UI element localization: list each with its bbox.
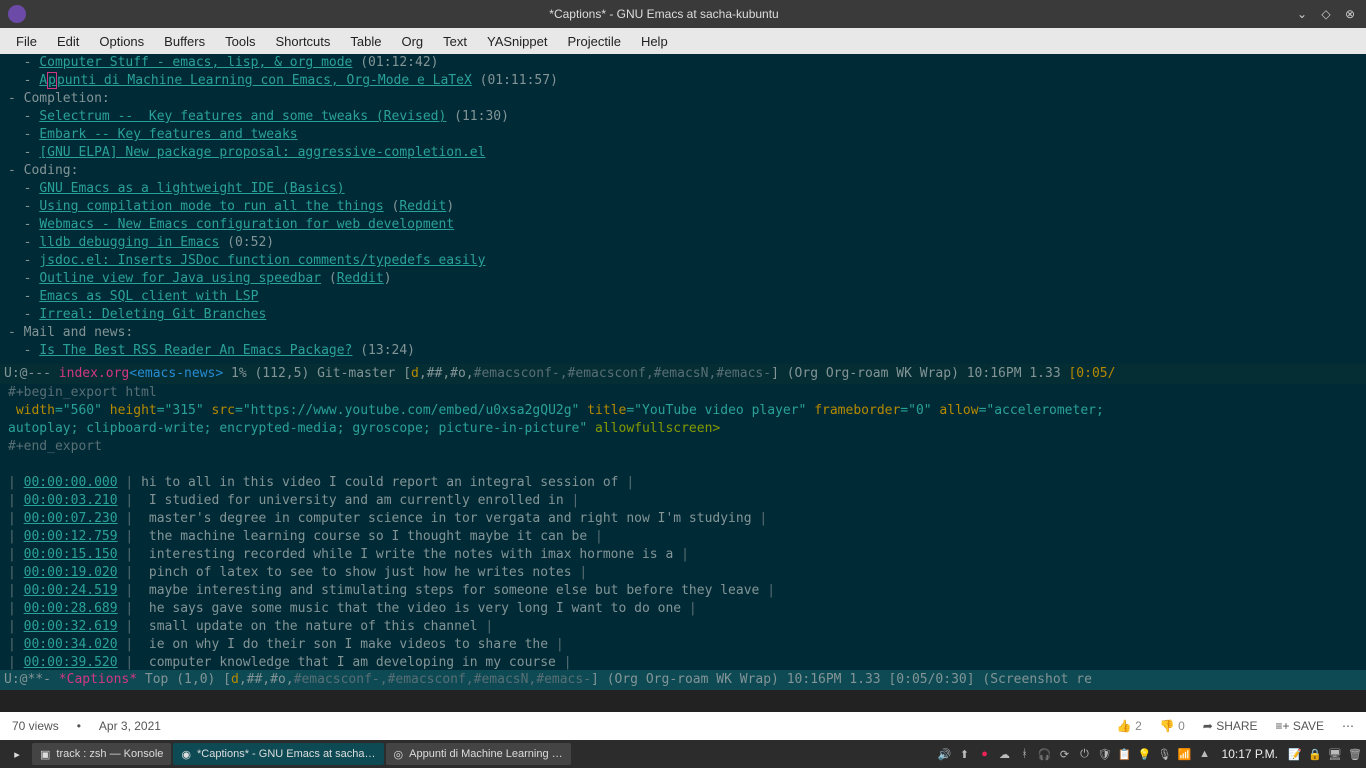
system-tray: 🔊 ⬆ ● ☁ ᚼ 🎧 ⟳ ⏻ 🛡 📋 💡 🎙 📶 ▲ 10:17 P.M. 📝… (938, 747, 1362, 761)
clock[interactable]: 10:17 P.M. (1218, 747, 1282, 761)
video-info-bar: 70 views • Apr 3, 2021 👍 2 👎 0 ➦ SHARE ≡… (0, 712, 1366, 740)
org-link[interactable]: Outline view for Java using speedbar (39, 271, 321, 286)
org-link[interactable]: Appunti di Machine Learning con Emacs, O… (39, 72, 471, 89)
org-link[interactable]: Irreal: Deleting Git Branches (39, 307, 266, 322)
save-button[interactable]: ≡+ SAVE (1276, 719, 1324, 733)
timestamp-link[interactable]: 00:00:12.759 (24, 529, 118, 544)
more-icon[interactable]: ⋯ (1342, 719, 1354, 733)
updates-icon[interactable]: ⬆ (958, 748, 972, 761)
thumbs-up-icon[interactable]: 👍 2 (1117, 719, 1142, 733)
taskbar-item[interactable]: ◎Appunti di Machine Learning … (386, 743, 571, 765)
org-link[interactable]: Selectrum -- Key features and some tweak… (39, 109, 446, 124)
timestamp-link[interactable]: 00:00:19.020 (24, 565, 118, 580)
menu-tools[interactable]: Tools (215, 30, 265, 53)
taskbar-item[interactable]: ◉*Captions* - GNU Emacs at sacha… (173, 743, 383, 765)
timestamp-link[interactable]: 00:00:24.519 (24, 583, 118, 598)
menu-yasnippet[interactable]: YASnippet (477, 30, 557, 53)
menu-options[interactable]: Options (89, 30, 154, 53)
menu-projectile[interactable]: Projectile (557, 30, 630, 53)
volume-icon[interactable]: 🔊 (938, 748, 952, 761)
menu-file[interactable]: File (6, 30, 47, 53)
lock-icon[interactable]: 🔒 (1308, 748, 1322, 761)
buffer-index-org[interactable]: - Computer Stuff - emacs, lisp, & org mo… (0, 54, 1366, 364)
menu-org[interactable]: Org (391, 30, 433, 53)
share-button[interactable]: ➦ SHARE (1203, 719, 1258, 733)
timestamp-link[interactable]: 00:00:00.000 (24, 475, 118, 490)
buffer-captions[interactable]: #+begin_export html width="560" height="… (0, 384, 1366, 670)
video-date: Apr 3, 2021 (99, 719, 161, 733)
menubar: FileEditOptionsBuffersToolsShortcutsTabl… (0, 28, 1366, 54)
maximize-icon[interactable]: ◇ (1318, 6, 1334, 22)
task-app-icon: ▣ (40, 748, 50, 761)
modeline-index-org: U:@--- index.org<emacs-news> 1% (112,5) … (0, 364, 1366, 384)
org-link[interactable]: Is The Best RSS Reader An Emacs Package? (39, 343, 352, 358)
menu-text[interactable]: Text (433, 30, 477, 53)
wifi-icon[interactable]: 📶 (1178, 748, 1192, 761)
timestamp-link[interactable]: 00:00:15.150 (24, 547, 118, 562)
org-link[interactable]: [GNU ELPA] New package proposal: aggress… (39, 145, 485, 160)
reddit-link[interactable]: Reddit (399, 199, 446, 214)
window-titlebar: *Captions* - GNU Emacs at sacha-kubuntu … (0, 0, 1366, 28)
emacs-app-icon (8, 5, 26, 23)
cloud-icon[interactable]: ☁ (998, 748, 1012, 761)
org-link[interactable]: Computer Stuff - emacs, lisp, & org mode (39, 55, 352, 70)
timestamp-link[interactable]: 00:00:39.520 (24, 655, 118, 670)
menu-help[interactable]: Help (631, 30, 678, 53)
task-app-icon: ◎ (394, 748, 404, 761)
power-icon[interactable]: ⏻ (1078, 748, 1092, 761)
bluetooth-icon[interactable]: ᚼ (1018, 748, 1032, 760)
menu-table[interactable]: Table (340, 30, 391, 53)
timestamp-link[interactable]: 00:00:32.619 (24, 619, 118, 634)
window-title: *Captions* - GNU Emacs at sacha-kubuntu (34, 7, 1294, 21)
reddit-link[interactable]: Reddit (337, 271, 384, 286)
desktop-icon[interactable]: 🖥 (1328, 748, 1342, 761)
org-link[interactable]: Webmacs - New Emacs configuration for we… (39, 217, 454, 232)
timestamp-link[interactable]: 00:00:34.020 (24, 637, 118, 652)
org-link[interactable]: lldb debugging in Emacs (39, 235, 219, 250)
taskbar-item[interactable]: ▣track : zsh — Konsole (32, 743, 171, 765)
timestamp-link[interactable]: 00:00:07.230 (24, 511, 118, 526)
taskbar: ▸ ▣track : zsh — Konsole◉*Captions* - GN… (0, 740, 1366, 768)
org-link[interactable]: GNU Emacs as a lightweight IDE (Basics) (39, 181, 344, 196)
bulb-icon[interactable]: 💡 (1138, 748, 1152, 761)
org-link[interactable]: Using compilation mode to run all the th… (39, 199, 383, 214)
close-icon[interactable]: ⊗ (1342, 6, 1358, 22)
minimize-icon[interactable]: ⌄ (1294, 6, 1310, 22)
video-scrub-area (0, 690, 1366, 712)
org-link[interactable]: Embark -- Key features and tweaks (39, 127, 297, 142)
menu-shortcuts[interactable]: Shortcuts (265, 30, 340, 53)
app-launcher-icon[interactable]: ▸ (4, 743, 30, 765)
clipboard-icon[interactable]: 📋 (1118, 748, 1132, 761)
thumbs-down-icon[interactable]: 👎 0 (1160, 719, 1185, 733)
task-app-icon: ◉ (181, 748, 191, 761)
trash-icon[interactable]: 🗑 (1348, 748, 1362, 761)
note-icon[interactable]: 📝 (1288, 748, 1302, 761)
timestamp-link[interactable]: 00:00:03.210 (24, 493, 118, 508)
headset-icon[interactable]: 🎧 (1038, 748, 1052, 761)
tomato-icon[interactable]: ● (978, 748, 992, 760)
mic-icon[interactable]: 🎙 (1158, 748, 1172, 761)
sync-icon[interactable]: ⟳ (1058, 748, 1072, 761)
timestamp-link[interactable]: 00:00:28.689 (24, 601, 118, 616)
video-views: 70 views (12, 719, 59, 733)
menu-buffers[interactable]: Buffers (154, 30, 215, 53)
chevron-up-icon[interactable]: ▲ (1198, 748, 1212, 760)
org-link[interactable]: jsdoc.el: Inserts JSDoc function comment… (39, 253, 485, 268)
org-link[interactable]: Emacs as SQL client with LSP (39, 289, 258, 304)
menu-edit[interactable]: Edit (47, 30, 89, 53)
modeline-captions: U:@**- *Captions* Top (1,0) [d,##,#o,#em… (0, 670, 1366, 690)
shield-icon[interactable]: 🛡 (1098, 748, 1112, 761)
